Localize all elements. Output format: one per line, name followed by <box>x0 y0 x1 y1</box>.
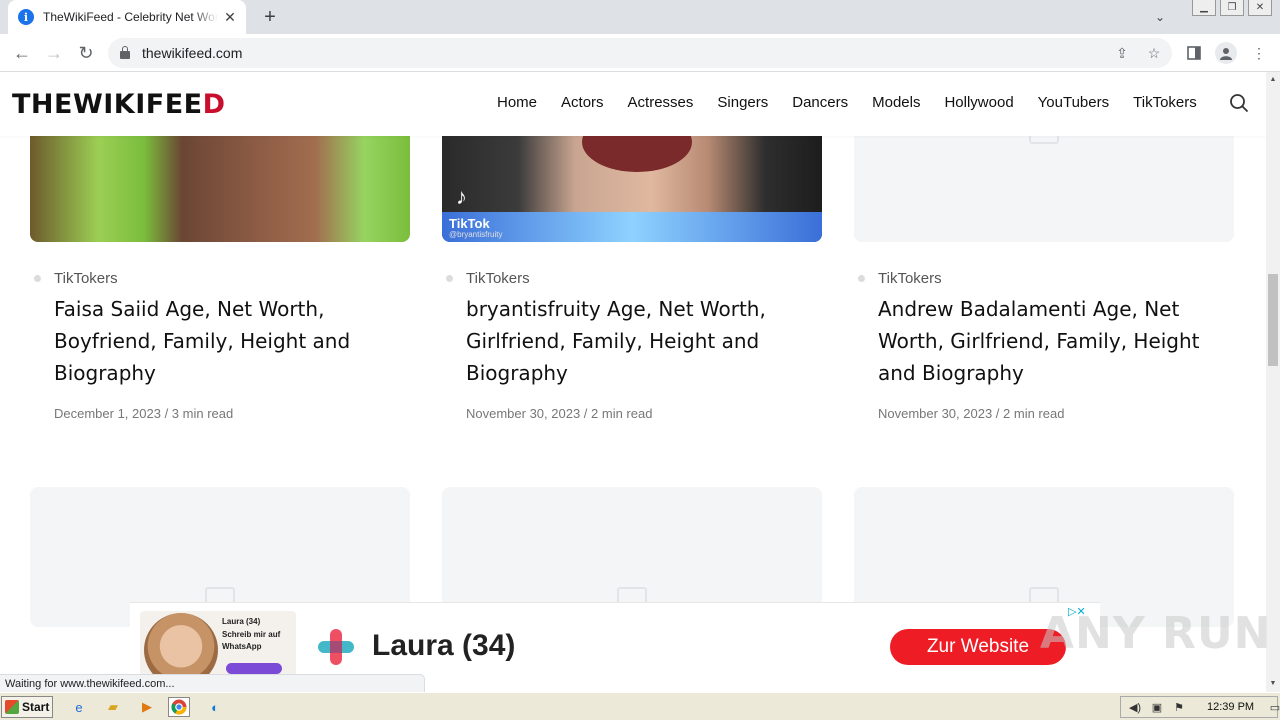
close-tab-icon[interactable]: ✕ <box>222 9 238 25</box>
category-row: TikTokers <box>446 270 530 287</box>
start-label: Start <box>22 700 50 714</box>
health-cross-icon <box>318 629 354 665</box>
share-icon[interactable]: ⇪ <box>1113 44 1131 62</box>
page-viewport: THEWIKIFEED Home Actors Actresses Singer… <box>0 72 1266 692</box>
reload-icon[interactable]: ↻ <box>73 40 99 66</box>
ad-small-text: Schreib mir auf WhatsApp <box>222 630 281 651</box>
media-player-icon[interactable]: ▶ <box>136 697 158 717</box>
nav-item-hollywood[interactable]: Hollywood <box>944 94 1013 111</box>
category-dot-icon <box>34 275 41 282</box>
nav-item-home[interactable]: Home <box>497 94 537 111</box>
site-header: THEWIKIFEED Home Actors Actresses Singer… <box>0 72 1266 136</box>
page-scrollbar[interactable]: ▲ ▼ <box>1266 72 1280 692</box>
folder-icon[interactable]: ▰ <box>102 697 124 717</box>
info-icon: i <box>18 9 34 25</box>
forward-arrow-icon[interactable]: → <box>41 40 67 66</box>
windows-logo-icon <box>5 700 19 714</box>
browser-tab-bar: i TheWikiFeed - Celebrity Net Worth in ✕… <box>0 0 1280 34</box>
show-desktop-icon[interactable]: ▭ <box>1267 700 1280 714</box>
category-label[interactable]: TikTokers <box>54 270 118 287</box>
category-row: TikTokers <box>34 270 118 287</box>
scrollbar-thumb[interactable] <box>1268 274 1278 366</box>
internet-explorer-icon[interactable]: e <box>68 697 90 717</box>
windows-taskbar: Start e ▰ ▶ ◐ ◀) ▣ ⚑ 12:39 PM ▭ <box>0 692 1280 720</box>
close-window-button[interactable]: ✕ <box>1248 0 1272 16</box>
nav-item-youtubers[interactable]: YouTubers <box>1038 94 1109 111</box>
url-text[interactable]: thewikifeed.com <box>142 45 242 61</box>
start-button[interactable]: Start <box>1 696 53 718</box>
tiktok-logo-icon: ♪ <box>456 184 467 209</box>
new-tab-icon[interactable]: + <box>258 5 282 29</box>
browser-toolbar: ← → ↻ thewikifeed.com ⇪ ☆ ⋮ <box>0 34 1280 72</box>
search-icon[interactable] <box>1229 93 1249 113</box>
profile-icon[interactable] <box>1215 42 1237 64</box>
flag-icon[interactable]: ⚑ <box>1171 700 1187 714</box>
category-row: TikTokers <box>858 270 942 287</box>
nav-item-actresses[interactable]: Actresses <box>628 94 694 111</box>
scroll-up-arrow-icon[interactable]: ▲ <box>1269 76 1277 84</box>
article-meta: December 1, 2023 / 3 min read <box>54 406 234 421</box>
tiktok-handle: @bryantisfruity <box>449 230 503 239</box>
category-dot-icon <box>858 275 865 282</box>
category-label[interactable]: TikTokers <box>466 270 530 287</box>
article-title[interactable]: Faisa Saiid Age, Net Worth, Boyfriend, F… <box>54 293 394 389</box>
network-icon[interactable]: ▣ <box>1149 700 1165 714</box>
ad-chip <box>226 663 282 674</box>
chevron-down-icon[interactable]: ⌄ <box>1150 7 1170 27</box>
category-label[interactable]: TikTokers <box>878 270 942 287</box>
side-panel-icon[interactable] <box>1183 42 1205 64</box>
chrome-icon[interactable] <box>168 697 190 717</box>
nav-item-actors[interactable]: Actors <box>561 94 604 111</box>
watermark: ANY RUN <box>1040 608 1272 659</box>
ad-headline[interactable]: Laura (34) <box>372 629 515 663</box>
lock-icon[interactable] <box>120 46 130 59</box>
nav-item-singers[interactable]: Singers <box>717 94 768 111</box>
restore-button[interactable]: ❐ <box>1220 0 1244 16</box>
bookmark-star-icon[interactable]: ☆ <box>1145 44 1163 62</box>
volume-icon[interactable]: ◀) <box>1127 700 1143 714</box>
main-nav: Home Actors Actresses Singers Dancers Mo… <box>497 94 1221 111</box>
browser-status-bar: Waiting for www.thewikifeed.com... <box>0 674 425 692</box>
system-tray: ◀) ▣ ⚑ 12:39 PM ▭ <box>1120 696 1280 718</box>
kebab-menu-icon[interactable]: ⋮ <box>1248 42 1270 64</box>
nav-item-tiktokers[interactable]: TikTokers <box>1133 94 1197 111</box>
article-title[interactable]: Andrew Badalamenti Age, Net Worth, Girlf… <box>878 293 1218 389</box>
scroll-down-arrow-icon[interactable]: ▼ <box>1269 680 1277 688</box>
category-dot-icon <box>446 275 453 282</box>
nav-item-dancers[interactable]: Dancers <box>792 94 848 111</box>
address-bar[interactable]: thewikifeed.com ⇪ ☆ <box>108 38 1172 68</box>
back-arrow-icon[interactable]: ← <box>9 40 35 66</box>
site-logo[interactable]: THEWIKIFEED <box>12 89 226 120</box>
tab-title: TheWikiFeed - Celebrity Net Worth in <box>43 10 218 24</box>
tiktok-brand: TikTok <box>449 216 490 231</box>
window-controls: ▁ ❐ ✕ <box>1192 0 1272 16</box>
article-meta: November 30, 2023 / 2 min read <box>466 406 653 421</box>
article-title[interactable]: bryantisfruity Age, Net Worth, Girlfrien… <box>466 293 806 389</box>
nav-item-models[interactable]: Models <box>872 94 920 111</box>
edge-icon[interactable]: ◐ <box>204 697 226 717</box>
ad-small-name: Laura (34) <box>222 617 261 626</box>
article-meta: November 30, 2023 / 2 min read <box>878 406 1065 421</box>
clock[interactable]: 12:39 PM <box>1207 701 1254 713</box>
minimize-button[interactable]: ▁ <box>1192 0 1216 16</box>
browser-tab[interactable]: i TheWikiFeed - Celebrity Net Worth in ✕ <box>8 0 246 34</box>
